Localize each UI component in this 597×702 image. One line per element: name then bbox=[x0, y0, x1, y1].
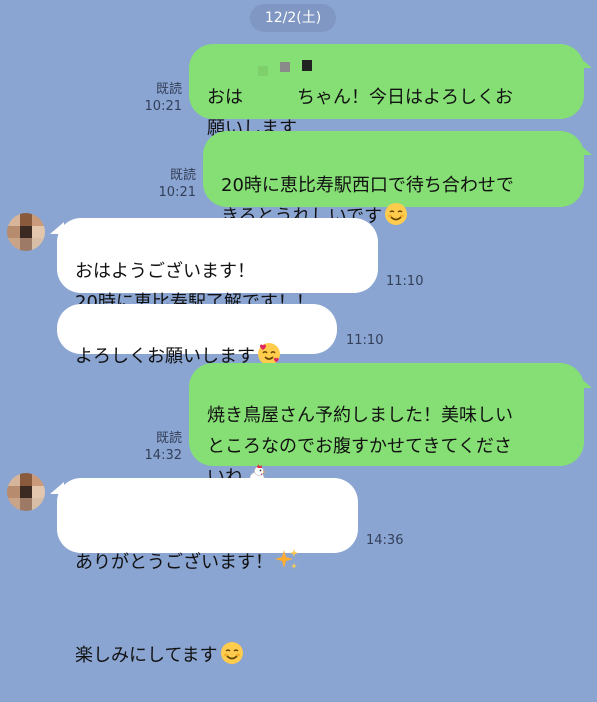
my-message-bubble[interactable]: おは ちゃん！今日はよろしくお 願いします bbox=[189, 44, 584, 139]
message-time: 14:32 bbox=[144, 448, 182, 463]
message-time: 11:10 bbox=[386, 274, 424, 289]
message-text: ありがとうございます！ bbox=[75, 552, 273, 573]
smiling-face-icon bbox=[385, 203, 408, 225]
sparkles-icon bbox=[275, 549, 298, 569]
message-time: 10:21 bbox=[158, 185, 196, 200]
message-time: 14:36 bbox=[366, 533, 404, 548]
message-line: ありがとうございます！ bbox=[75, 516, 340, 578]
date-separator: 12/2(土) bbox=[250, 4, 336, 32]
read-label: 既読 bbox=[169, 168, 196, 183]
avatar[interactable] bbox=[7, 473, 45, 511]
read-status: 既読 14:32 bbox=[130, 430, 182, 464]
my-message-bubble[interactable]: 20時に恵比寿駅西口で待ち合わせで きるとうれしいです bbox=[203, 131, 584, 227]
their-message-bubble[interactable]: おはようございます！ 20時に恵比寿駅了解です！！ bbox=[57, 218, 378, 313]
read-label: 既読 bbox=[155, 82, 182, 97]
read-status: 既読 10:21 bbox=[130, 167, 196, 201]
my-message-bubble[interactable]: 焼き鳥屋さん予約しました！美味しい ところなのでお腹すかせてきてくださ いね bbox=[189, 363, 584, 488]
message-line: 楽しみにしてます bbox=[75, 609, 340, 671]
message-time: 11:10 bbox=[346, 333, 384, 348]
read-status: 既読 10:21 bbox=[130, 81, 182, 115]
read-label: 既読 bbox=[155, 431, 182, 446]
message-text: 楽しみにしてます bbox=[75, 645, 218, 666]
their-message-bubble[interactable]: ありがとうございます！ 楽しみにしてます bbox=[57, 478, 358, 666]
their-message-bubble[interactable]: よろしくお願いします bbox=[57, 304, 337, 367]
message-time: 10:21 bbox=[144, 99, 182, 114]
smiling-face-icon bbox=[220, 642, 243, 664]
avatar[interactable] bbox=[7, 213, 45, 251]
redaction-marks bbox=[258, 60, 318, 76]
